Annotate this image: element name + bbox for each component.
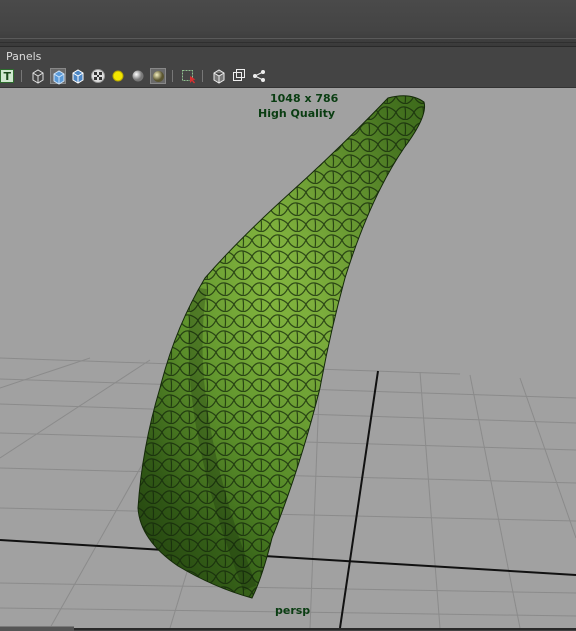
camera-name-label: persp xyxy=(275,604,311,617)
smooth-shade-cube-icon[interactable] xyxy=(50,68,66,85)
panel-toolbar: T xyxy=(0,65,576,88)
default-light-icon[interactable] xyxy=(110,68,126,84)
viewport-scene xyxy=(0,95,576,628)
divider xyxy=(0,38,576,39)
panel-tab[interactable] xyxy=(0,626,74,631)
text-toggle-icon[interactable]: T xyxy=(0,68,16,84)
divider xyxy=(0,42,576,43)
top-bar xyxy=(0,0,576,47)
resolution-gate-label: 1048 x 786 xyxy=(270,92,339,105)
wireframe-cube-icon[interactable] xyxy=(30,68,46,84)
toolbar-separator xyxy=(21,70,22,82)
xray-select-icon[interactable] xyxy=(181,68,197,84)
perspective-viewport[interactable]: 1048 x 786 High Quality persp xyxy=(0,88,576,628)
shadows-icon[interactable] xyxy=(150,68,166,84)
menu-panels[interactable]: Panels xyxy=(6,50,41,63)
shaded-wireframe-cube-icon[interactable] xyxy=(70,68,86,84)
toolbar-separator xyxy=(172,70,173,82)
textured-checker-icon[interactable] xyxy=(90,68,106,84)
toolbar-separator xyxy=(202,70,203,82)
render-quality-label: High Quality xyxy=(258,107,336,120)
node-graph-icon[interactable] xyxy=(251,68,267,84)
isolate-select-icon[interactable] xyxy=(211,68,227,84)
panel-menubar: Panels xyxy=(0,47,576,65)
frame-cube-icon[interactable] xyxy=(231,68,247,84)
use-all-lights-icon[interactable] xyxy=(130,68,146,84)
text-toggle-glyph: T xyxy=(4,70,12,83)
leaf-mesh xyxy=(137,95,426,599)
